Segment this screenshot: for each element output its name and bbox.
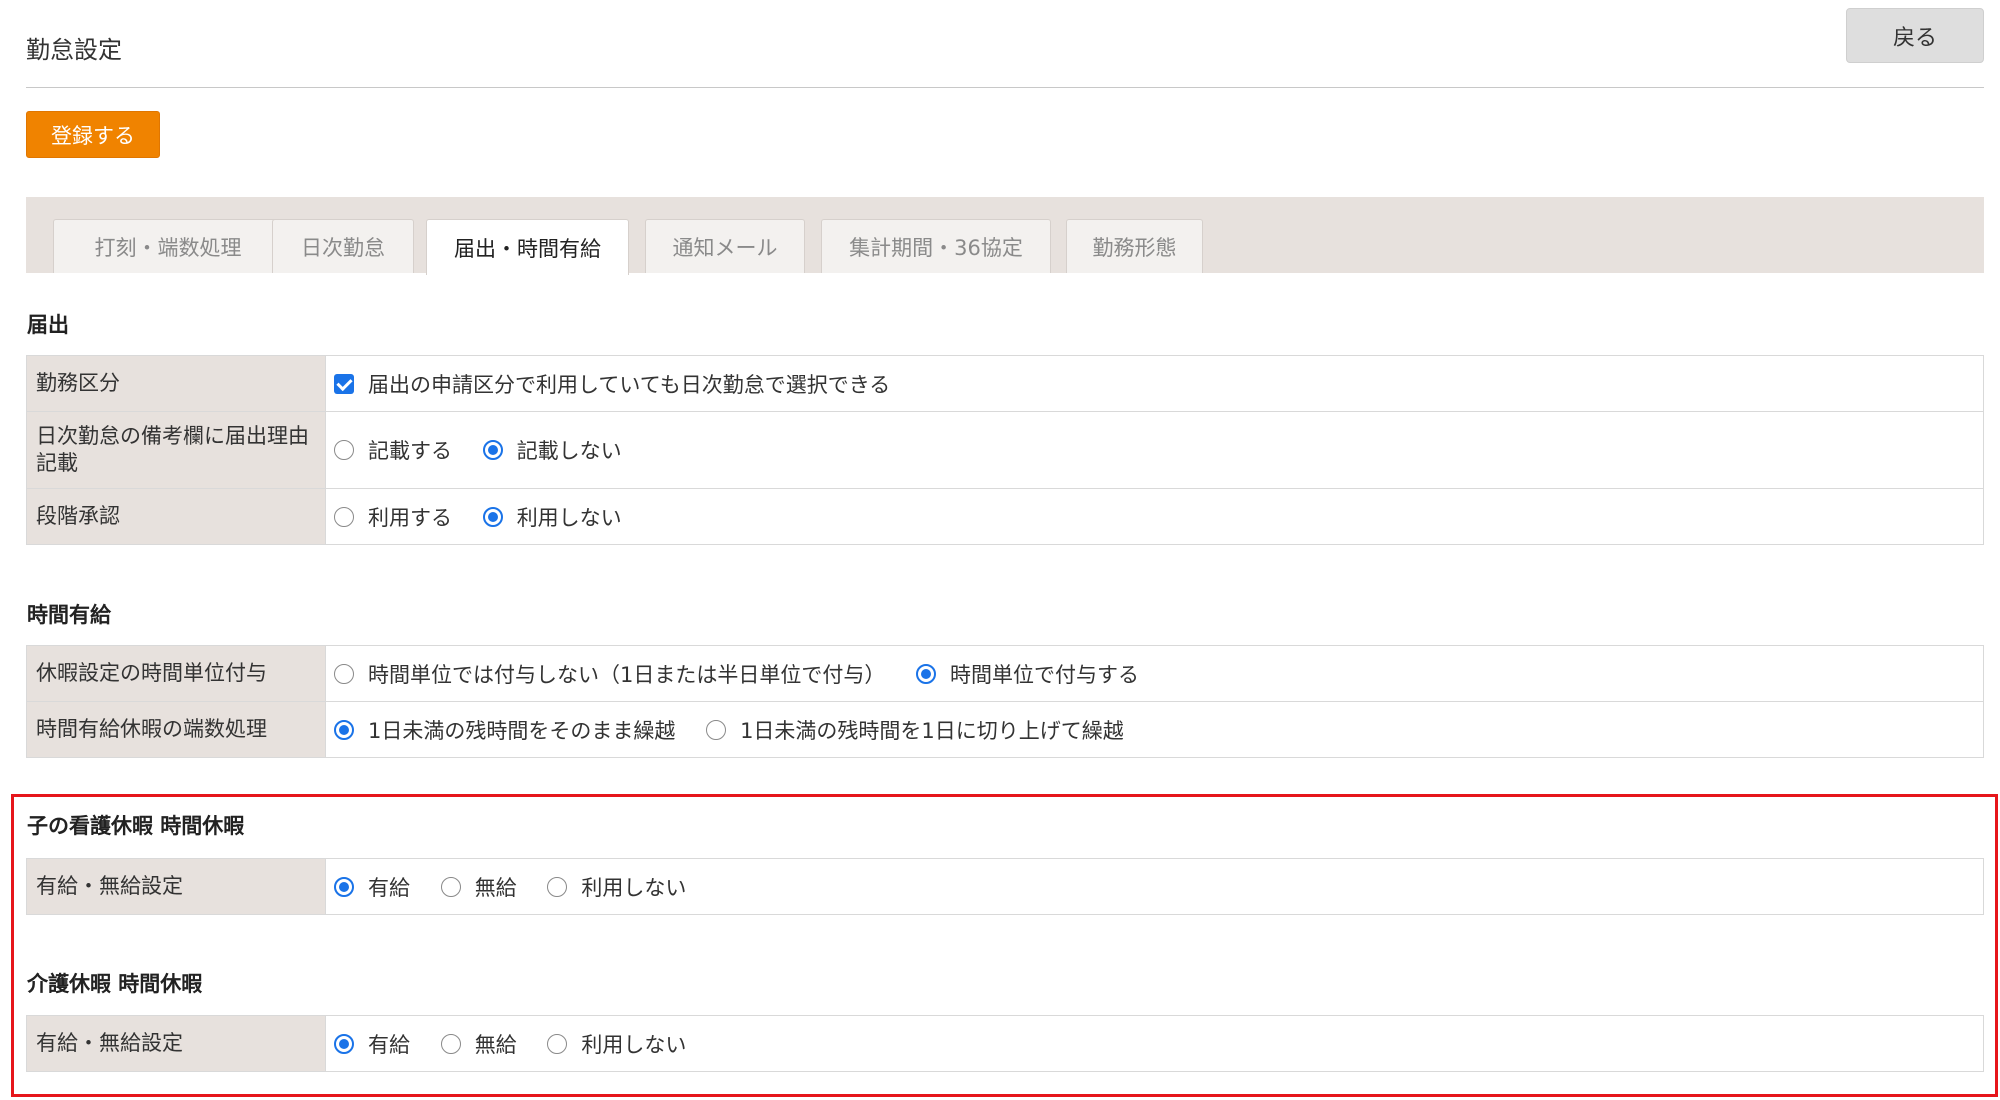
- unpaid-option[interactable]: 無給: [440, 1029, 517, 1059]
- tab-aggregation-36-agreement[interactable]: 集計期間・36協定: [821, 219, 1051, 273]
- setting-row-paid-unpaid: 有給・無給設定 有給 無給 利用しない: [26, 858, 1984, 915]
- setting-row-reason-in-remarks: 日次勤怠の備考欄に届出理由記載 記載する 記載しない: [26, 411, 1984, 489]
- radio-button[interactable]: [334, 506, 354, 527]
- option-label: 届出の申請区分で利用していても日次勤怠で選択できる: [368, 372, 891, 397]
- section-heading-nursing-care-leave: 介護休暇 時間休暇: [27, 972, 203, 996]
- paid-option[interactable]: 有給: [334, 872, 410, 902]
- allow-daily-selection-option[interactable]: 届出の申請区分で利用していても日次勤怠で選択できる: [334, 369, 890, 399]
- radio-button[interactable]: [547, 876, 568, 897]
- setting-row-fraction-processing: 時間有給休暇の端数処理 1日未満の残時間をそのまま繰越 1日未満の残時間を1日に…: [26, 701, 1984, 758]
- setting-value: 1日未満の残時間をそのまま繰越 1日未満の残時間を1日に切り上げて繰越: [325, 701, 1984, 758]
- tab-notification-mail[interactable]: 通知メール: [645, 219, 805, 273]
- child-care-settings-table: 有給・無給設定 有給 無給 利用しない: [26, 858, 1984, 915]
- setting-value: 有給 無給 利用しない: [325, 1015, 1984, 1072]
- section-heading-hourly-leave: 時間有給: [27, 603, 111, 627]
- setting-value: 有給 無給 利用しない: [325, 858, 1984, 915]
- setting-label: 有給・無給設定: [26, 1015, 326, 1072]
- option-label: 有給: [368, 875, 410, 900]
- radio-button-selected[interactable]: [334, 1033, 354, 1054]
- setting-row-work-category: 勤務区分 届出の申請区分で利用していても日次勤怠で選択できる: [26, 355, 1984, 412]
- hourly-leave-settings-table: 休暇設定の時間単位付与 時間単位では付与しない（1日または半日単位で付与） 時間…: [26, 645, 1984, 758]
- section-heading-child-care-leave: 子の看護休暇 時間休暇: [27, 814, 245, 838]
- radio-button[interactable]: [440, 876, 461, 897]
- section-heading-notification: 届出: [27, 313, 69, 337]
- setting-label: 段階承認: [26, 488, 326, 545]
- option-label: 利用しない: [581, 1032, 687, 1057]
- no-hourly-grant-option[interactable]: 時間単位では付与しない（1日または半日単位で付与）: [334, 659, 885, 689]
- tab-stamping-rounding[interactable]: 打刻・端数処理: [53, 219, 283, 273]
- unpaid-option[interactable]: 無給: [440, 872, 517, 902]
- option-label: 利用する: [368, 505, 452, 530]
- setting-label: 有給・無給設定: [26, 858, 326, 915]
- option-label: 有給: [368, 1032, 410, 1057]
- not-use-option[interactable]: 利用しない: [547, 1029, 686, 1059]
- nursing-care-settings-table: 有給・無給設定 有給 無給 利用しない: [26, 1015, 1984, 1072]
- paid-option[interactable]: 有給: [334, 1029, 410, 1059]
- notification-settings-table: 勤務区分 届出の申請区分で利用していても日次勤怠で選択できる 日次勤怠の備考欄に…: [26, 355, 1984, 545]
- radio-button-selected[interactable]: [334, 719, 354, 740]
- option-label: 無給: [474, 875, 517, 900]
- option-label: 時間単位では付与しない（1日または半日単位で付与）: [368, 662, 886, 687]
- option-label: 無給: [474, 1032, 517, 1057]
- page-title: 勤怠設定: [26, 36, 122, 64]
- setting-label: 時間有給休暇の端数処理: [26, 701, 326, 758]
- setting-value: 記載する 記載しない: [325, 411, 1984, 489]
- radio-button[interactable]: [440, 1033, 461, 1054]
- radio-button-selected[interactable]: [334, 876, 354, 897]
- tab-work-pattern[interactable]: 勤務形態: [1066, 219, 1203, 273]
- option-label: 記載しない: [516, 439, 622, 463]
- radio-button[interactable]: [334, 440, 354, 460]
- setting-label: 日次勤怠の備考欄に届出理由記載: [26, 411, 326, 489]
- option-label: 1日未満の残時間をそのまま繰越: [368, 718, 676, 743]
- setting-label: 勤務区分: [26, 355, 326, 412]
- setting-row-hourly-grant: 休暇設定の時間単位付与 時間単位では付与しない（1日または半日単位で付与） 時間…: [26, 645, 1984, 702]
- radio-button[interactable]: [706, 719, 727, 740]
- radio-button-selected[interactable]: [916, 663, 937, 684]
- setting-label: 休暇設定の時間単位付与: [26, 645, 326, 702]
- setting-value: 利用する 利用しない: [325, 488, 1984, 545]
- option-label: 利用しない: [581, 875, 687, 900]
- carry-over-as-is-option[interactable]: 1日未満の残時間をそのまま繰越: [334, 715, 675, 745]
- tab-bar: 打刻・端数処理 日次勤怠 届出・時間有給 通知メール 集計期間・36協定 勤務形…: [26, 197, 1984, 275]
- use-option[interactable]: 利用する: [334, 502, 452, 532]
- checkbox[interactable]: [334, 373, 354, 394]
- no-record-option[interactable]: 記載しない: [482, 435, 622, 465]
- register-button[interactable]: 登録する: [26, 111, 160, 158]
- option-label: 時間単位で付与する: [950, 662, 1140, 687]
- tab-daily-attendance[interactable]: 日次勤怠: [272, 219, 414, 273]
- back-button[interactable]: 戻る: [1846, 8, 1984, 63]
- radio-button[interactable]: [547, 1033, 568, 1054]
- record-option[interactable]: 記載する: [334, 435, 452, 465]
- setting-row-staged-approval: 段階承認 利用する 利用しない: [26, 488, 1984, 545]
- not-use-option[interactable]: 利用しない: [547, 872, 686, 902]
- option-label: 利用しない: [516, 505, 622, 530]
- option-label: 1日未満の残時間を1日に切り上げて繰越: [740, 718, 1124, 743]
- round-up-carry-over-option[interactable]: 1日未満の残時間を1日に切り上げて繰越: [706, 715, 1124, 745]
- radio-button[interactable]: [334, 663, 354, 684]
- option-label: 記載する: [368, 439, 452, 463]
- not-use-option[interactable]: 利用しない: [482, 502, 622, 532]
- hourly-grant-option[interactable]: 時間単位で付与する: [916, 659, 1139, 689]
- setting-value: 届出の申請区分で利用していても日次勤怠で選択できる: [325, 355, 1984, 412]
- radio-button-selected[interactable]: [482, 506, 503, 527]
- radio-button-selected[interactable]: [482, 440, 503, 460]
- tab-notification-hourly-leave[interactable]: 届出・時間有給: [426, 219, 629, 275]
- title-divider: [26, 87, 1984, 88]
- setting-value: 時間単位では付与しない（1日または半日単位で付与） 時間単位で付与する: [325, 645, 1984, 702]
- setting-row-paid-unpaid: 有給・無給設定 有給 無給 利用しない: [26, 1015, 1984, 1072]
